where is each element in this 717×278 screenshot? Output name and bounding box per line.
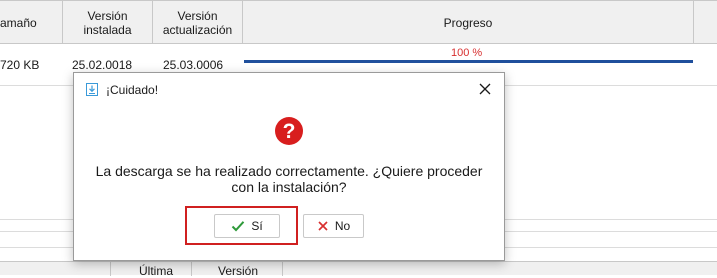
- column-divider: [110, 262, 111, 276]
- table-header: amaño Versión instalada Versión actualiz…: [0, 0, 717, 44]
- question-icon: ?: [275, 117, 303, 145]
- close-icon[interactable]: [475, 79, 495, 99]
- progress-percent-label: 100 %: [451, 47, 483, 59]
- confirmation-dialog: ¡Cuidado! ? La descarga se ha realizado …: [73, 72, 505, 261]
- column-header-installed-version[interactable]: Versión instalada: [63, 1, 153, 44]
- no-button[interactable]: No: [303, 214, 364, 238]
- yes-button-label: Sí: [251, 219, 263, 233]
- close-x-icon: [318, 221, 328, 231]
- column-header-version[interactable]: Versión: [218, 265, 258, 277]
- dialog-message: La descarga se ha realizado correctament…: [95, 163, 483, 195]
- column-header-update-version[interactable]: Versión actualización: [153, 1, 243, 44]
- cell-update-version: 25.03.0006: [163, 58, 224, 72]
- download-icon: [86, 83, 98, 96]
- column-header-progress[interactable]: Progreso: [243, 1, 694, 44]
- column-header-last[interactable]: Última: [139, 265, 173, 277]
- no-button-label: No: [334, 219, 351, 233]
- column-header-size[interactable]: amaño: [0, 1, 63, 44]
- dialog-title: ¡Cuidado!: [106, 83, 159, 97]
- check-icon: [232, 221, 245, 232]
- cell-installed-version: 25.02.0018: [72, 58, 133, 72]
- column-divider: [282, 262, 283, 276]
- secondary-table-header: Última Versión: [0, 261, 717, 277]
- progress-bar: [244, 60, 693, 63]
- column-divider: [191, 262, 192, 276]
- progress-bar-fill: [244, 60, 693, 63]
- cell-size: 720 KB: [0, 58, 40, 72]
- yes-button[interactable]: Sí: [214, 214, 280, 238]
